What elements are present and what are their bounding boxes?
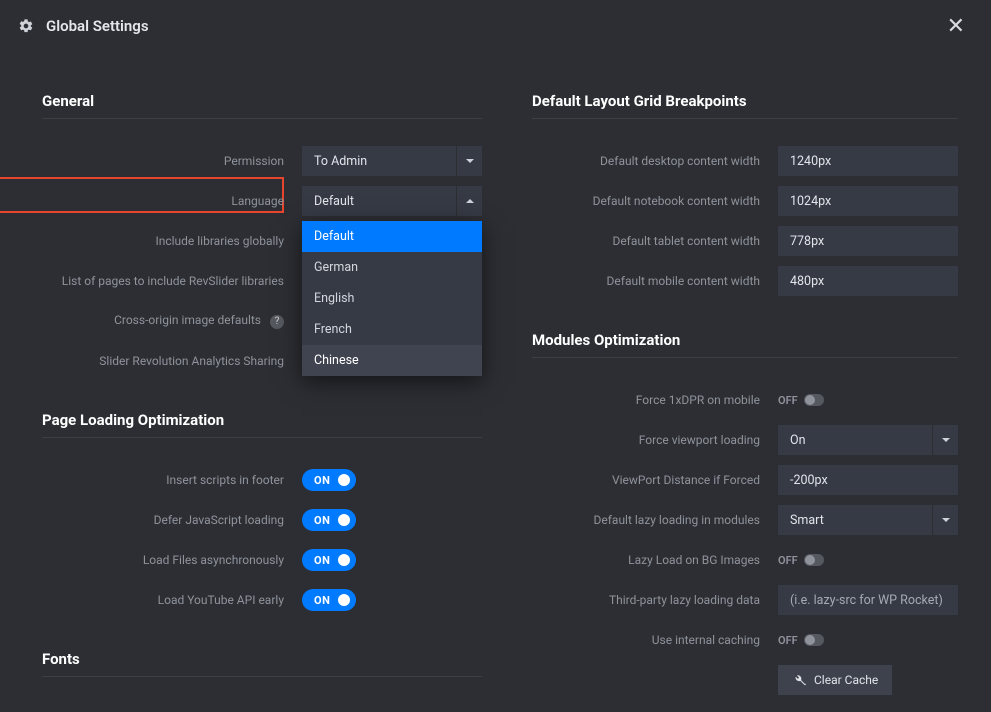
divider bbox=[42, 437, 482, 438]
toggle-knob-icon bbox=[338, 474, 350, 486]
chevron-down-icon bbox=[456, 146, 482, 176]
tablet-width-label: Default tablet content width bbox=[532, 234, 778, 248]
row-desktop-width: Default desktop content width 1240px bbox=[532, 141, 958, 181]
row-clear-cache: Clear Cache bbox=[532, 660, 958, 700]
analytics-label: Slider Revolution Analytics Sharing bbox=[42, 354, 302, 368]
internal-caching-label: Use internal caching bbox=[532, 633, 778, 647]
force-dpr-label: Force 1xDPR on mobile bbox=[532, 393, 778, 407]
row-internal-caching: Use internal caching OFF bbox=[532, 620, 958, 660]
force-viewport-label: Force viewport loading bbox=[532, 433, 778, 447]
section-modules-title: Modules Optimization bbox=[532, 331, 958, 349]
section-breakpoints-title: Default Layout Grid Breakpoints bbox=[532, 92, 958, 110]
section-page-loading-title: Page Loading Optimization bbox=[42, 411, 482, 429]
row-insert-footer: Insert scripts in footer ON bbox=[42, 460, 482, 500]
divider bbox=[532, 118, 958, 119]
language-option-chinese[interactable]: Chinese bbox=[302, 345, 482, 376]
help-icon[interactable]: ? bbox=[270, 315, 284, 329]
force-viewport-select[interactable]: On bbox=[778, 425, 958, 455]
defer-js-label: Defer JavaScript loading bbox=[42, 513, 302, 527]
language-option-french[interactable]: French bbox=[302, 314, 482, 345]
language-dropdown: Default German English French Chinese bbox=[302, 221, 482, 376]
permission-select[interactable]: To Admin bbox=[302, 146, 482, 176]
language-option-german[interactable]: German bbox=[302, 252, 482, 283]
row-defer-js: Defer JavaScript loading ON bbox=[42, 500, 482, 540]
row-third-party: Third-party lazy loading data (i.e. lazy… bbox=[532, 580, 958, 620]
youtube-api-label: Load YouTube API early bbox=[42, 593, 302, 607]
desktop-width-input[interactable]: 1240px bbox=[778, 146, 958, 176]
tablet-width-input[interactable]: 778px bbox=[778, 226, 958, 256]
load-async-toggle[interactable]: ON bbox=[302, 549, 356, 571]
row-load-async: Load Files asynchronously ON bbox=[42, 540, 482, 580]
chevron-up-icon bbox=[456, 186, 482, 216]
divider bbox=[42, 118, 482, 119]
insert-footer-toggle[interactable]: ON bbox=[302, 469, 356, 491]
notebook-width-label: Default notebook content width bbox=[532, 194, 778, 208]
language-label: Language bbox=[42, 194, 302, 208]
row-force-viewport: Force viewport loading On bbox=[532, 420, 958, 460]
clear-cache-button[interactable]: Clear Cache bbox=[778, 665, 892, 695]
right-column: Default Layout Grid Breakpoints Default … bbox=[532, 92, 958, 700]
divider bbox=[532, 357, 958, 358]
permission-label: Permission bbox=[42, 154, 302, 168]
row-permission: Permission To Admin bbox=[42, 141, 482, 181]
row-language: Language Default Default German English … bbox=[42, 181, 482, 221]
divider bbox=[42, 676, 482, 677]
row-lazy-loading: Default lazy loading in modules Smart bbox=[532, 500, 958, 540]
toggle-knob-icon bbox=[338, 594, 350, 606]
mobile-width-input[interactable]: 480px bbox=[778, 266, 958, 296]
desktop-width-label: Default desktop content width bbox=[532, 154, 778, 168]
defer-js-toggle[interactable]: ON bbox=[302, 509, 356, 531]
row-force-dpr: Force 1xDPR on mobile OFF bbox=[532, 380, 958, 420]
cross-origin-label: Cross-origin image defaults ? bbox=[42, 313, 302, 329]
third-party-input[interactable]: (i.e. lazy-src for WP Rocket) bbox=[778, 585, 958, 615]
left-column: General Permission To Admin Language Def… bbox=[42, 92, 482, 700]
row-lazy-bg: Lazy Load on BG Images OFF bbox=[532, 540, 958, 580]
toggle-track-icon bbox=[804, 394, 824, 406]
chevron-down-icon bbox=[932, 425, 958, 455]
toggle-knob-icon bbox=[338, 514, 350, 526]
youtube-api-toggle[interactable]: ON bbox=[302, 589, 356, 611]
toggle-track-icon bbox=[804, 554, 824, 566]
clear-cache-label: Clear Cache bbox=[814, 673, 878, 687]
insert-footer-label: Insert scripts in footer bbox=[42, 473, 302, 487]
mobile-width-label: Default mobile content width bbox=[532, 274, 778, 288]
toggle-track-icon bbox=[804, 634, 824, 646]
section-fonts-title: Fonts bbox=[42, 650, 482, 668]
chevron-down-icon bbox=[932, 505, 958, 535]
row-mobile-width: Default mobile content width 480px bbox=[532, 261, 958, 301]
notebook-width-input[interactable]: 1024px bbox=[778, 186, 958, 216]
viewport-distance-label: ViewPort Distance if Forced bbox=[532, 473, 778, 487]
lazy-bg-toggle[interactable]: OFF bbox=[778, 554, 824, 567]
permission-select-value: To Admin bbox=[302, 154, 456, 169]
section-general-title: General bbox=[42, 92, 482, 110]
toggle-knob-icon bbox=[338, 554, 350, 566]
lazy-loading-label: Default lazy loading in modules bbox=[532, 513, 778, 527]
internal-caching-toggle[interactable]: OFF bbox=[778, 634, 824, 647]
force-dpr-toggle[interactable]: OFF bbox=[778, 394, 824, 407]
lazy-loading-value: Smart bbox=[778, 513, 932, 528]
row-youtube-api: Load YouTube API early ON bbox=[42, 580, 482, 620]
load-async-label: Load Files asynchronously bbox=[42, 553, 302, 567]
close-icon[interactable]: ✕ bbox=[939, 10, 973, 43]
wrench-icon bbox=[792, 673, 806, 687]
language-option-default[interactable]: Default bbox=[302, 221, 482, 252]
include-libraries-label: Include libraries globally bbox=[42, 234, 302, 248]
language-select-value: Default bbox=[302, 194, 456, 209]
pages-include-label: List of pages to include RevSlider libra… bbox=[42, 274, 302, 288]
language-option-english[interactable]: English bbox=[302, 283, 482, 314]
viewport-distance-input[interactable]: -200px bbox=[778, 465, 958, 495]
row-notebook-width: Default notebook content width 1024px bbox=[532, 181, 958, 221]
third-party-label: Third-party lazy loading data bbox=[532, 593, 778, 607]
gear-icon bbox=[18, 18, 34, 34]
language-select[interactable]: Default bbox=[302, 186, 482, 216]
lazy-bg-label: Lazy Load on BG Images bbox=[532, 553, 778, 567]
lazy-loading-select[interactable]: Smart bbox=[778, 505, 958, 535]
row-viewport-distance: ViewPort Distance if Forced -200px bbox=[532, 460, 958, 500]
page-title: Global Settings bbox=[46, 17, 939, 35]
row-tablet-width: Default tablet content width 778px bbox=[532, 221, 958, 261]
titlebar: Global Settings ✕ bbox=[0, 0, 991, 52]
force-viewport-value: On bbox=[778, 433, 932, 448]
cross-origin-text: Cross-origin image defaults bbox=[114, 313, 261, 327]
